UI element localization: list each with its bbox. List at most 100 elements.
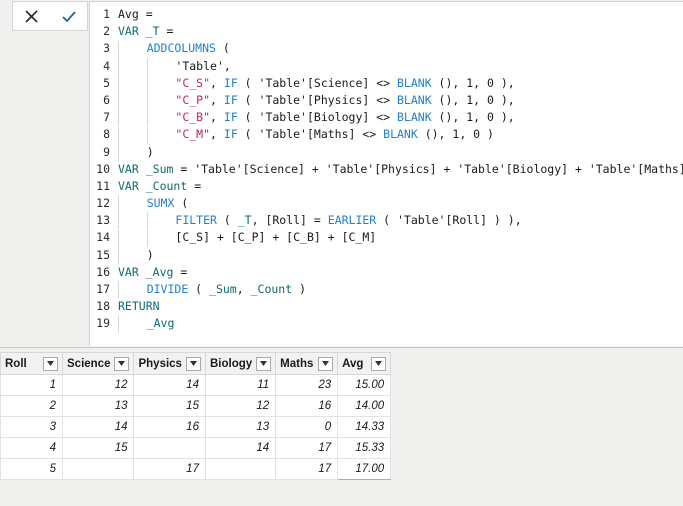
table-cell[interactable]: 14 — [61, 416, 135, 438]
code-token-plain: ( 'Table'[Science] <> — [237, 75, 397, 90]
table-row[interactable]: 5 17 17 17.00 — [0, 458, 392, 480]
table-cell[interactable]: 2 — [0, 395, 63, 417]
line-number: 19 — [96, 316, 110, 331]
code-token-plain: (), 1, 0 ), — [431, 92, 515, 107]
table-cell[interactable]: 17 — [275, 437, 339, 459]
code-token-plain: ) — [146, 247, 154, 262]
code-token-str: "C_P" — [175, 92, 211, 107]
table-cell[interactable]: 17 — [133, 458, 206, 480]
line-number: 1 — [103, 7, 110, 21]
code-token-plain: (), 1, 0 ), — [431, 75, 515, 90]
line-number: 4 — [103, 58, 110, 73]
code-token-str: "C_B" — [175, 110, 211, 125]
table-row[interactable]: 2 13 15 12 16 14.00 — [0, 395, 392, 417]
code-token-key: RETURN — [118, 299, 160, 314]
column-header-biology[interactable]: Biology — [204, 352, 277, 375]
code-text: _Avg — [118, 315, 174, 333]
column-header-label: Biology — [209, 357, 253, 370]
table-cell[interactable]: 14.33 — [337, 416, 392, 438]
code-line: 10 VAR _Sum = 'Table'[Science] + 'Table'[… — [90, 161, 683, 178]
line-number: 11 — [96, 178, 110, 193]
dax-formula-editor[interactable]: 1 Avg = 2 VAR _T = 3 ADDCOLUMNS (4 'Table', 5… — [89, 1, 683, 346]
line-number: 18 — [96, 299, 110, 314]
column-header-physics[interactable]: Physics — [133, 352, 206, 375]
table-cell[interactable] — [61, 458, 135, 480]
table-cell[interactable]: 5 — [0, 458, 63, 480]
column-filter-button[interactable] — [371, 356, 387, 371]
table-cell[interactable]: 3 — [0, 416, 63, 438]
table-row[interactable]: 1 12 14 11 23 15.00 — [0, 374, 392, 396]
code-text: "C_P", IF ( 'Table'[Physics] <> BLANK ()… — [118, 92, 515, 110]
table-cell[interactable] — [133, 437, 206, 459]
code-token-plain: = 'Table'[Science] + 'Table'[Physics] + … — [173, 161, 683, 176]
code-token-fn: IF — [223, 75, 238, 90]
column-filter-button[interactable] — [43, 356, 58, 371]
table-cell[interactable]: 12 — [61, 374, 135, 396]
table-cell[interactable]: 14 — [133, 374, 206, 396]
code-token-plain: Avg — [118, 7, 146, 21]
column-header-avg[interactable]: Avg — [337, 352, 392, 375]
table-cell[interactable]: 16 — [133, 416, 206, 438]
code-line: 1 Avg = — [90, 6, 683, 23]
table-cell[interactable]: 23 — [275, 374, 339, 396]
code-line: 7 "C_B", IF ( 'Table'[Biology] <> BLANK … — [90, 109, 683, 127]
table-cell[interactable]: 15 — [133, 395, 206, 417]
table-cell[interactable]: 0 — [275, 416, 339, 438]
code-token-fn: BLANK — [397, 110, 432, 125]
indent-guide — [118, 92, 119, 110]
code-line: 15 ) — [90, 246, 683, 264]
column-header-maths[interactable]: Maths — [275, 352, 339, 375]
line-number: 9 — [103, 144, 110, 159]
table-cell[interactable]: 15.00 — [337, 374, 392, 396]
table-cell[interactable]: 14.00 — [337, 395, 392, 417]
code-token-fn: IF — [223, 110, 238, 125]
table-cell[interactable]: 15.33 — [337, 437, 392, 459]
code-token-var: _Count — [145, 178, 188, 193]
table-row[interactable]: 4 15 14 17 15.33 — [0, 437, 392, 459]
table-cell[interactable] — [204, 458, 277, 480]
table-cell[interactable]: 14 — [204, 437, 277, 459]
column-header-science[interactable]: Science — [61, 352, 135, 375]
column-header-inner: Science — [67, 356, 130, 371]
column-filter-button[interactable] — [318, 356, 334, 371]
column-filter-button[interactable] — [256, 356, 272, 371]
table-row[interactable]: 3 14 16 13 0 14.33 — [0, 416, 392, 438]
code-token-var: _Avg — [145, 264, 174, 279]
chevron-down-icon — [375, 361, 383, 366]
table-cell[interactable]: 17 — [275, 458, 339, 480]
table-cell[interactable]: 15 — [61, 437, 135, 459]
code-token-fn: EARLIER — [327, 213, 377, 228]
column-filter-button[interactable] — [185, 356, 201, 371]
code-line: 4 'Table', — [90, 57, 683, 75]
table-cell[interactable]: 1 — [0, 374, 63, 396]
column-header-roll[interactable]: Roll — [0, 352, 63, 375]
cancel-button[interactable] — [16, 3, 48, 29]
table-cell[interactable]: 4 — [0, 437, 63, 459]
code-token-fn: ADDCOLUMNS — [146, 41, 216, 56]
code-token-plain: , — [210, 127, 224, 142]
data-table: Roll Science Physics Biology Maths Avg 1 12 14 1… — [0, 352, 392, 480]
table-cell[interactable]: 17.00 — [337, 458, 392, 480]
table-cell[interactable]: 11 — [204, 374, 277, 396]
indent-guide — [118, 40, 119, 58]
commit-button[interactable] — [53, 3, 85, 29]
table-cell[interactable]: 13 — [204, 416, 277, 438]
table-cell[interactable]: 12 — [204, 395, 277, 417]
code-text: [C_S] + [C_P] + [C_B] + [C_M] — [118, 229, 376, 247]
table-cell[interactable]: 13 — [61, 395, 135, 417]
table-cell[interactable]: 16 — [275, 395, 339, 417]
code-line: 6 "C_P", IF ( 'Table'[Physics] <> BLANK … — [90, 92, 683, 110]
column-header-label: Roll — [5, 357, 27, 370]
column-filter-button[interactable] — [114, 356, 130, 371]
chevron-down-icon — [118, 361, 126, 366]
code-token-key: VAR — [118, 161, 139, 176]
